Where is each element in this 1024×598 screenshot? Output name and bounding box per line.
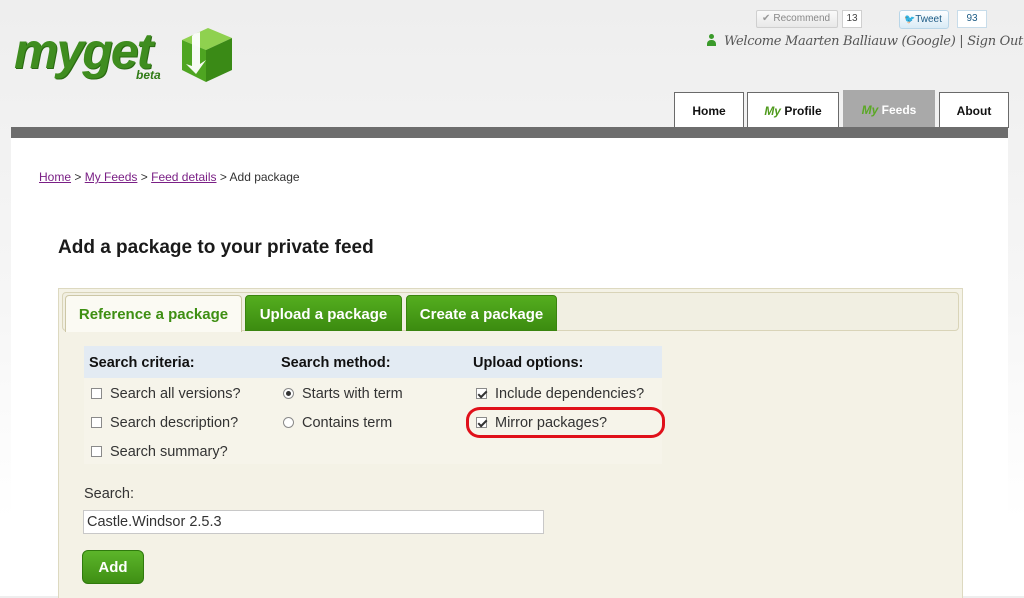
tab-reference-package[interactable]: Reference a package [65,295,242,332]
annotation-highlight-ellipse [466,407,665,438]
nav-my-profile[interactable]: My Profile [747,92,839,128]
add-button[interactable]: Add [82,550,144,584]
include-dependencies-checkbox[interactable] [476,388,487,399]
search-method-heading: Search method: [281,355,391,371]
twitter-bird-icon: 🐦 [904,14,916,24]
breadcrumb-current: Add package [229,170,300,184]
check-icon: ✔ [762,13,771,24]
search-description-checkbox[interactable] [91,417,102,428]
search-summary-option[interactable]: Search summary? [91,444,228,460]
breadcrumb-feed-details[interactable]: Feed details [151,170,216,184]
starts-with-term-option[interactable]: Starts with term [283,386,403,402]
starts-with-term-radio[interactable] [283,388,294,399]
tab-upload-package[interactable]: Upload a package [245,295,402,331]
search-summary-checkbox[interactable] [91,446,102,457]
tweet-button[interactable]: 🐦Tweet [899,10,949,29]
user-icon [706,34,717,46]
nav-bar [11,127,1008,138]
search-description-option[interactable]: Search description? [91,415,238,431]
myget-logo[interactable]: myget beta [14,22,244,92]
logo-beta-label: beta [136,68,161,82]
upload-options-heading: Upload options: [473,355,584,371]
contains-term-radio[interactable] [283,417,294,428]
breadcrumb-home[interactable]: Home [39,170,71,184]
contains-term-option[interactable]: Contains term [283,415,392,431]
nav-my-feeds[interactable]: My Feeds [843,90,935,128]
logo-wordmark: myget [14,23,153,79]
nav-about[interactable]: About [939,92,1009,128]
search-all-versions-option[interactable]: Search all versions? [91,386,241,402]
package-box-icon [182,28,232,82]
tweet-count: 93 [957,10,987,28]
tab-create-package[interactable]: Create a package [406,295,557,331]
search-criteria-heading: Search criteria: [89,355,195,371]
breadcrumb-my-feeds[interactable]: My Feeds [85,170,138,184]
recommend-count: 13 [842,10,862,28]
breadcrumb: Home > My Feeds > Feed details > Add pac… [39,170,300,184]
recommend-button[interactable]: ✔ Recommend [756,10,838,28]
search-label: Search: [84,486,134,502]
welcome-signout[interactable]: Welcome Maarten Balliauw (Google) | Sign… [706,34,1023,49]
search-all-versions-checkbox[interactable] [91,388,102,399]
search-input[interactable] [83,510,544,534]
nav-home[interactable]: Home [674,92,744,128]
page-title: Add a package to your private feed [58,237,374,258]
include-dependencies-option[interactable]: Include dependencies? [476,386,644,402]
